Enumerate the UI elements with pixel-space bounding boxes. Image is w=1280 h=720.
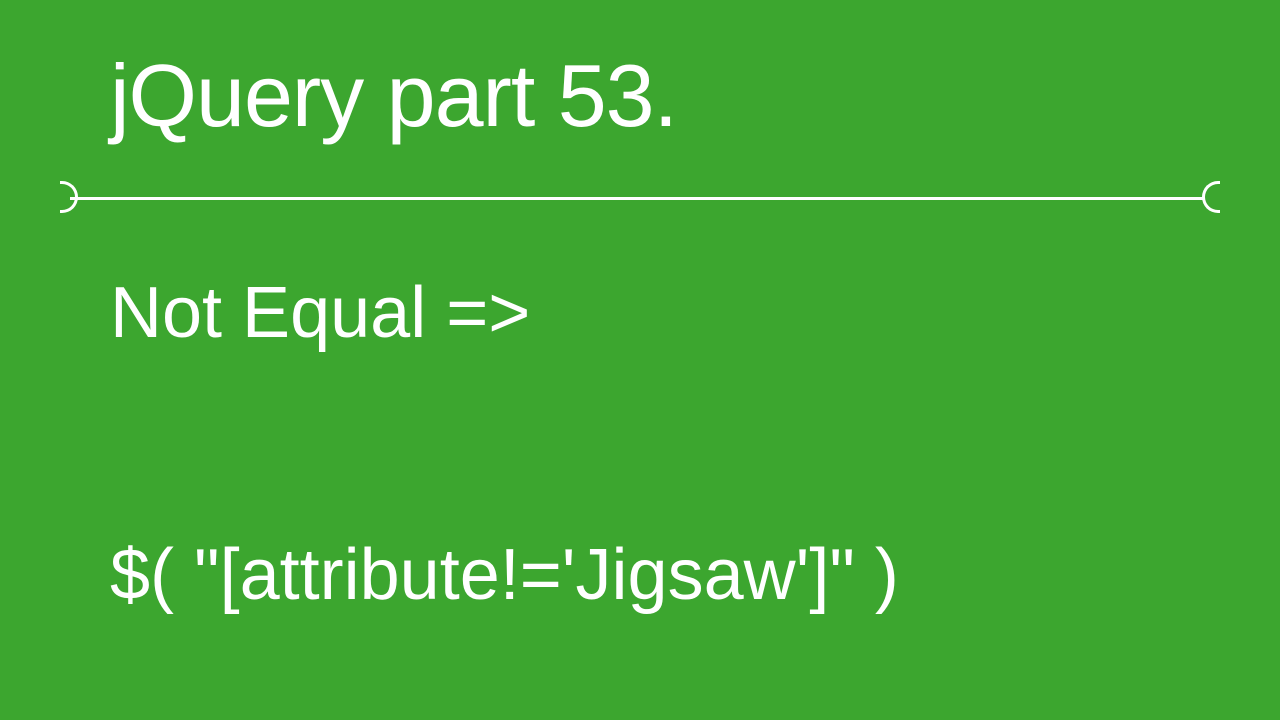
slide-container: jQuery part 53. Not Equal => $( "[attrib… <box>0 0 1280 720</box>
slide-subtitle: Not Equal => <box>110 272 1220 354</box>
divider-line <box>70 197 1210 200</box>
code-example: $( "[attribute!='Jigsaw']" ) <box>110 534 1220 616</box>
slide-title: jQuery part 53. <box>110 45 1220 147</box>
divider-cap-right-icon <box>1202 181 1220 213</box>
divider <box>60 182 1220 212</box>
